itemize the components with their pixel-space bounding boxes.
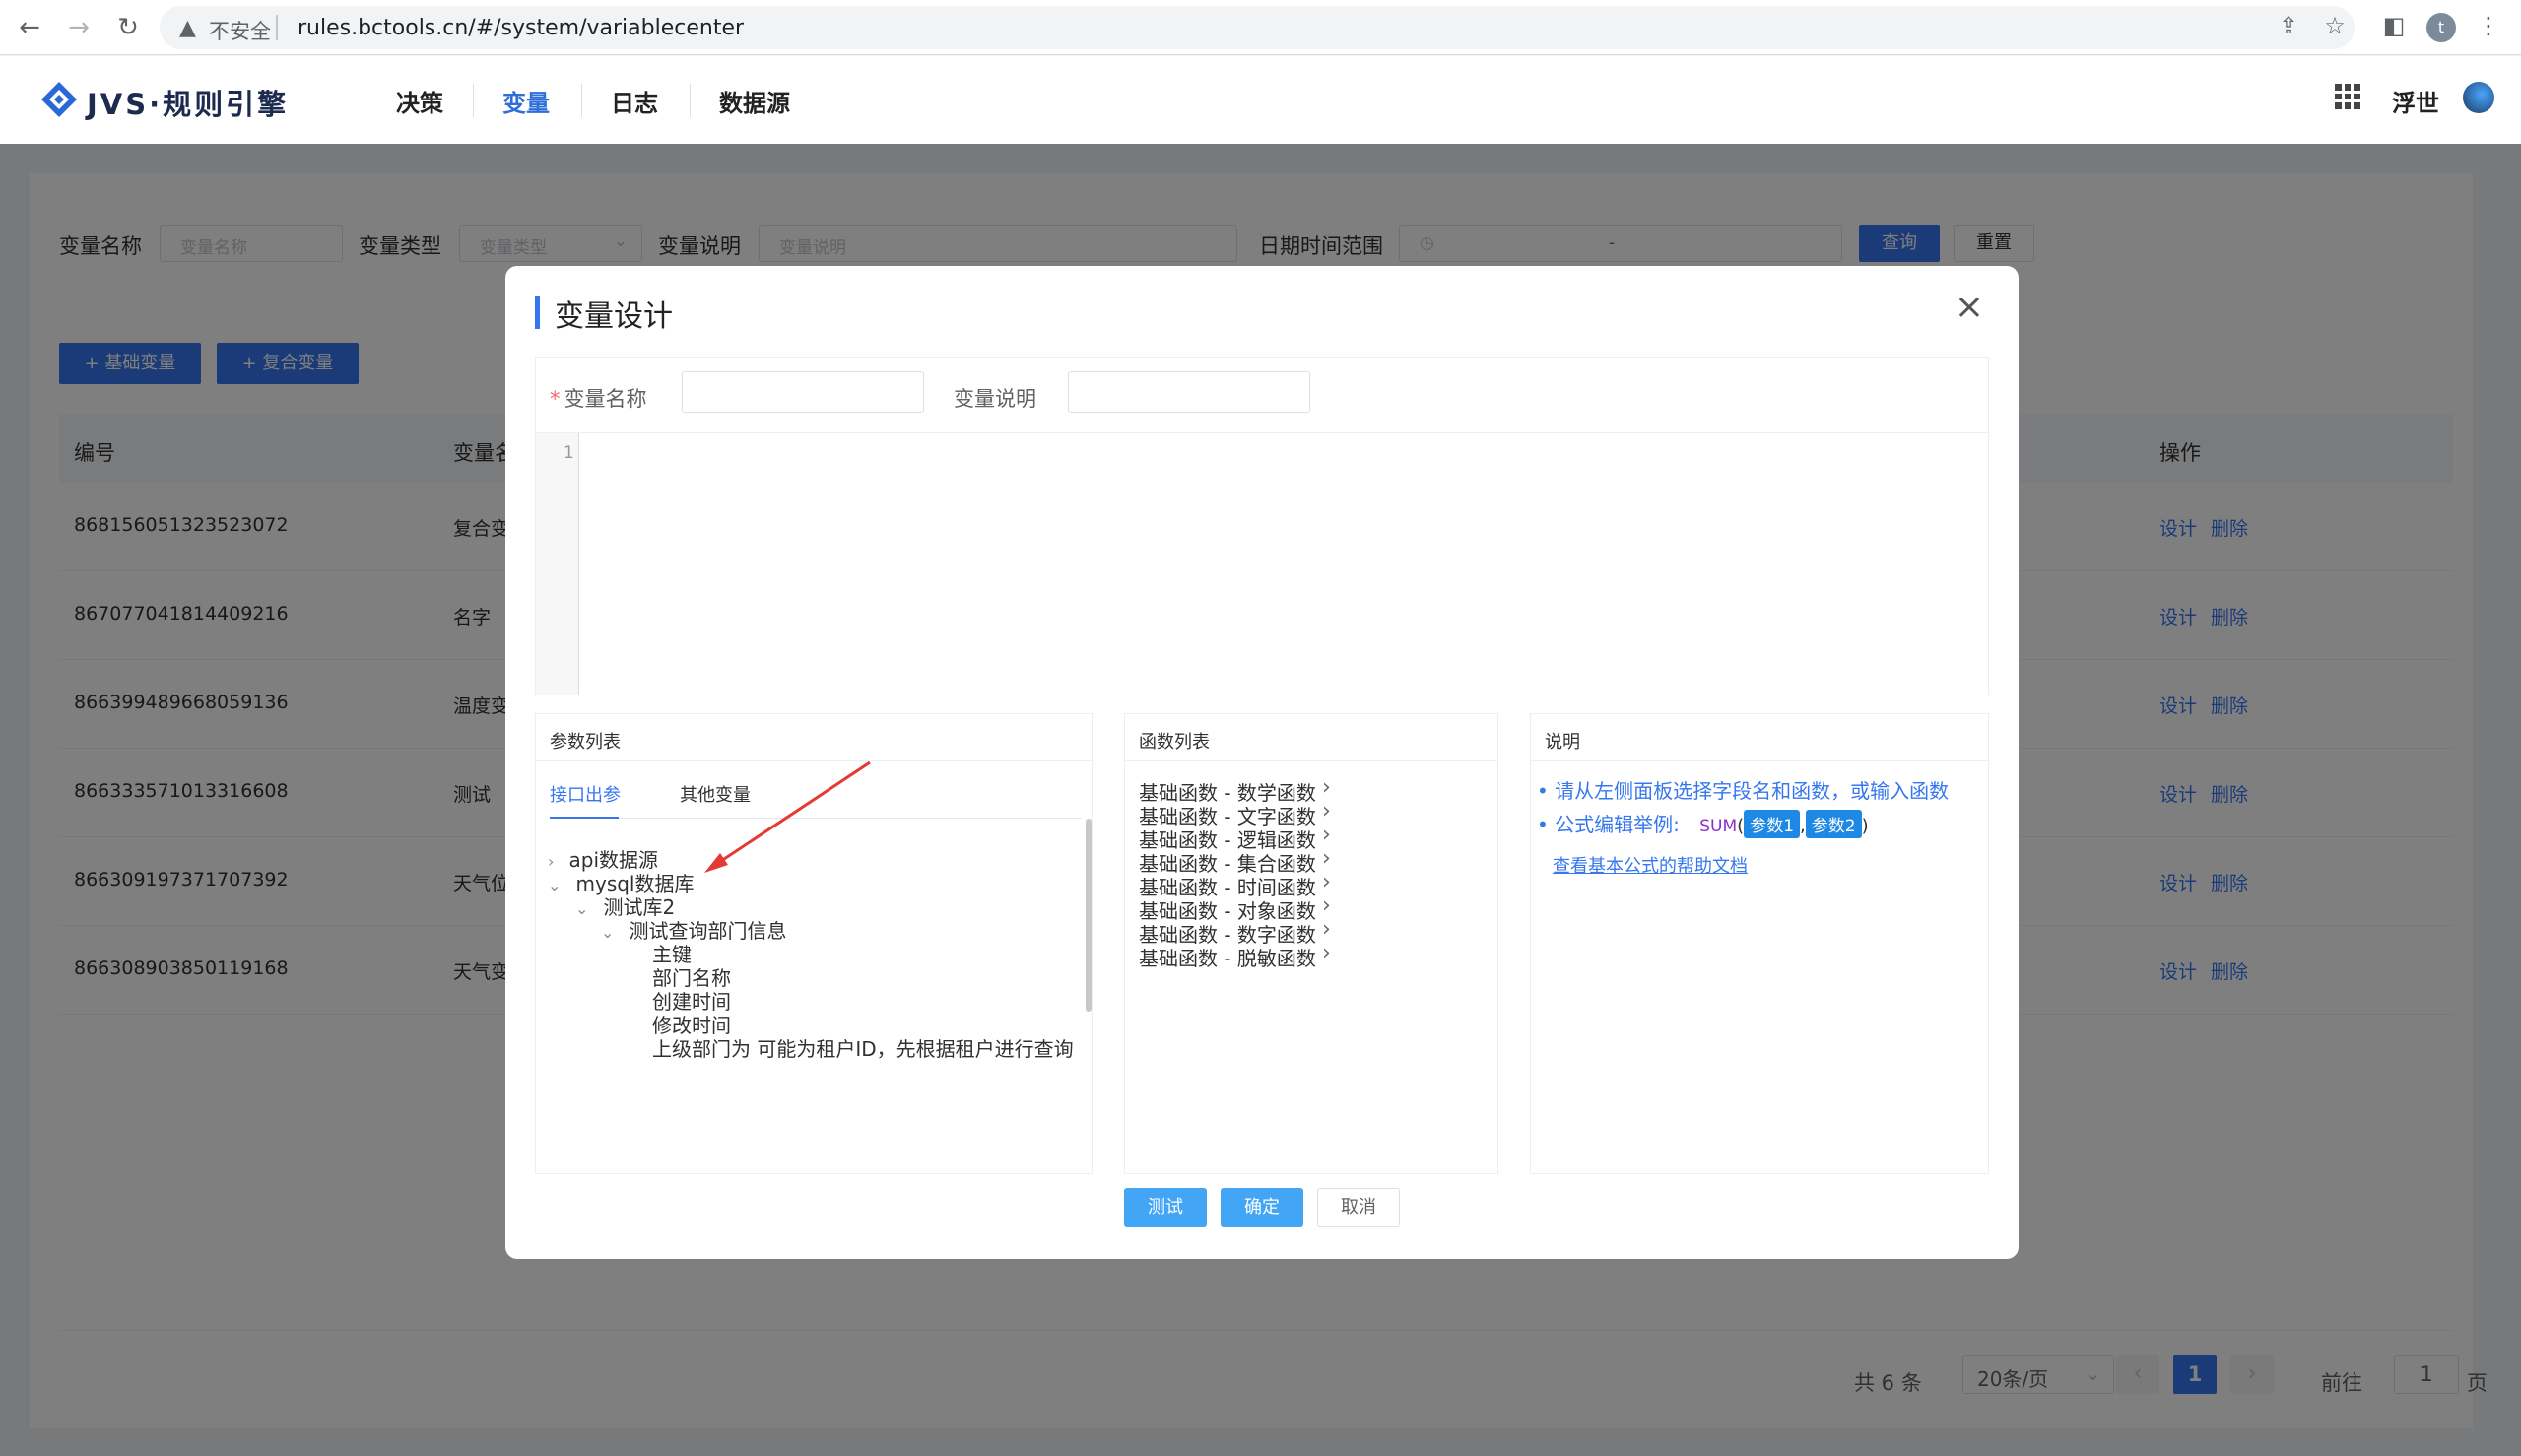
cancel-button[interactable]: 取消 <box>1317 1188 1400 1227</box>
function-category-item[interactable]: 基础函数 - 对象函数 › <box>1125 893 1497 923</box>
function-category-item[interactable]: 基础函数 - 数学函数 › <box>1125 775 1497 805</box>
editor-gutter: 1 <box>536 433 579 695</box>
chevron-right-icon: › <box>1322 846 1331 871</box>
function-category-item[interactable]: 基础函数 - 文字函数 › <box>1125 799 1497 828</box>
annotation-arrow-icon <box>704 761 871 873</box>
chevron-right-icon: › <box>1322 775 1331 800</box>
formula-form: * 变量名称 变量说明 1 <box>535 357 1989 695</box>
chevron-right-icon: › <box>1322 941 1331 965</box>
param-tag: 参数2 <box>1805 810 1862 838</box>
app-header: JVS·规则引擎 决策 变量 日志 数据源 浮世 <box>0 56 2521 144</box>
chevron-right-icon: › <box>1322 823 1331 847</box>
function-category-item[interactable]: 基础函数 - 集合函数 › <box>1125 846 1497 876</box>
confirm-button[interactable]: 确定 <box>1221 1188 1303 1227</box>
variable-design-dialog: 变量设计 × * 变量名称 变量说明 1 参数列表 接口出参 其他变量 › api… <box>505 266 2019 1259</box>
user-name[interactable]: 浮世 <box>2392 84 2439 118</box>
chevron-right-icon: › <box>1322 893 1331 918</box>
function-category-item[interactable]: 基础函数 - 逻辑函数 › <box>1125 823 1497 852</box>
dialog-title: 变量设计 <box>555 299 673 334</box>
chevron-right-icon: › <box>1322 870 1331 894</box>
bookmark-star-icon[interactable]: ☆ <box>2319 12 2351 39</box>
help-doc-link[interactable]: 查看基本公式的帮助文档 <box>1553 852 1748 878</box>
app-grid-icon[interactable] <box>2335 84 2360 109</box>
test-button[interactable]: 测试 <box>1124 1188 1207 1227</box>
function-category-item[interactable]: 基础函数 - 时间函数 › <box>1125 870 1497 899</box>
scrollbar-thumb[interactable] <box>1086 819 1092 1012</box>
formula-editor[interactable]: 1 <box>536 432 1988 695</box>
tree-node-query-dept[interactable]: ⌄ 测试查询部门信息 <box>601 915 787 944</box>
insecure-label: 不安全 <box>209 20 271 43</box>
address-bar[interactable]: ▲ 不安全 rules.bctools.cn/#/system/variable… <box>160 6 2355 49</box>
tab-api-output[interactable]: 接口出参 <box>550 781 621 807</box>
divider <box>1125 760 1497 761</box>
reload-icon[interactable]: ↻ <box>110 10 146 45</box>
url-text[interactable]: rules.bctools.cn/#/system/variablecenter <box>298 16 744 40</box>
title-accent-bar <box>535 296 540 329</box>
nav-variable[interactable]: 变量 <box>502 84 550 118</box>
description-hint: • 请从左侧面板选择字段名和函数，或输入函数 <box>1537 779 1950 803</box>
variable-name-input[interactable] <box>682 371 924 413</box>
logo-icon <box>41 82 77 117</box>
function-category-item[interactable]: 基础函数 - 脱敏函数 › <box>1125 941 1497 970</box>
nav-log[interactable]: 日志 <box>611 84 658 118</box>
params-panel-title: 参数列表 <box>550 732 621 753</box>
active-tab-indicator <box>550 817 619 819</box>
chevron-right-icon: › <box>1322 917 1331 942</box>
nav-divider <box>690 84 691 117</box>
nav-divider <box>473 84 474 117</box>
variable-desc-label: 变量说明 <box>954 387 1036 411</box>
share-icon[interactable]: ⇪ <box>2273 12 2304 39</box>
chevron-down-icon: ⌄ <box>575 899 589 918</box>
variable-desc-input[interactable] <box>1068 371 1310 413</box>
line-number: 1 <box>564 443 574 463</box>
tree-leaf[interactable]: 上级部门为 可能为租户ID，先根据租户进行查询 <box>652 1033 1074 1062</box>
nav-datasource[interactable]: 数据源 <box>719 84 790 118</box>
param-tag: 参数1 <box>1744 810 1801 838</box>
variable-name-label: * 变量名称 <box>550 387 647 411</box>
divider <box>1531 760 1988 761</box>
side-panel-icon[interactable]: ◧ <box>2378 12 2410 39</box>
chevron-right-icon: › <box>1322 799 1331 824</box>
functions-panel: 函数列表 基础函数 - 数学函数 › 基础函数 - 文字函数 › 基础函数 - 逻辑… <box>1124 713 1498 1174</box>
functions-panel-title: 函数列表 <box>1139 732 1210 753</box>
warning-icon: ▲ <box>179 16 196 40</box>
back-icon[interactable]: ← <box>12 10 47 45</box>
description-panel: 说明 • 请从左侧面板选择字段名和函数，或输入函数 • 公式编辑举例: SUM(… <box>1530 713 1989 1174</box>
nav-decision[interactable]: 决策 <box>396 84 443 118</box>
nav-divider <box>581 84 582 117</box>
forward-icon[interactable]: → <box>61 10 97 45</box>
chevron-down-icon: ⌄ <box>548 876 562 894</box>
description-panel-title: 说明 <box>1545 732 1580 753</box>
user-avatar[interactable] <box>2463 82 2494 113</box>
chevron-down-icon: ⌄ <box>601 923 615 942</box>
sum-keyword: SUM <box>1699 817 1738 836</box>
profile-avatar[interactable]: t <box>2426 13 2456 42</box>
browser-toolbar: ← → ↻ ▲ 不安全 rules.bctools.cn/#/system/va… <box>0 0 2521 55</box>
address-separator <box>276 15 278 40</box>
function-category-item[interactable]: 基础函数 - 数字函数 › <box>1125 917 1497 947</box>
formula-example: • 公式编辑举例: SUM(参数1, 参数2) <box>1537 809 1869 838</box>
menu-kebab-icon[interactable]: ⋮ <box>2473 12 2504 39</box>
close-icon[interactable]: × <box>1950 290 1989 329</box>
logo-text: JVS·规则引擎 <box>87 88 290 121</box>
